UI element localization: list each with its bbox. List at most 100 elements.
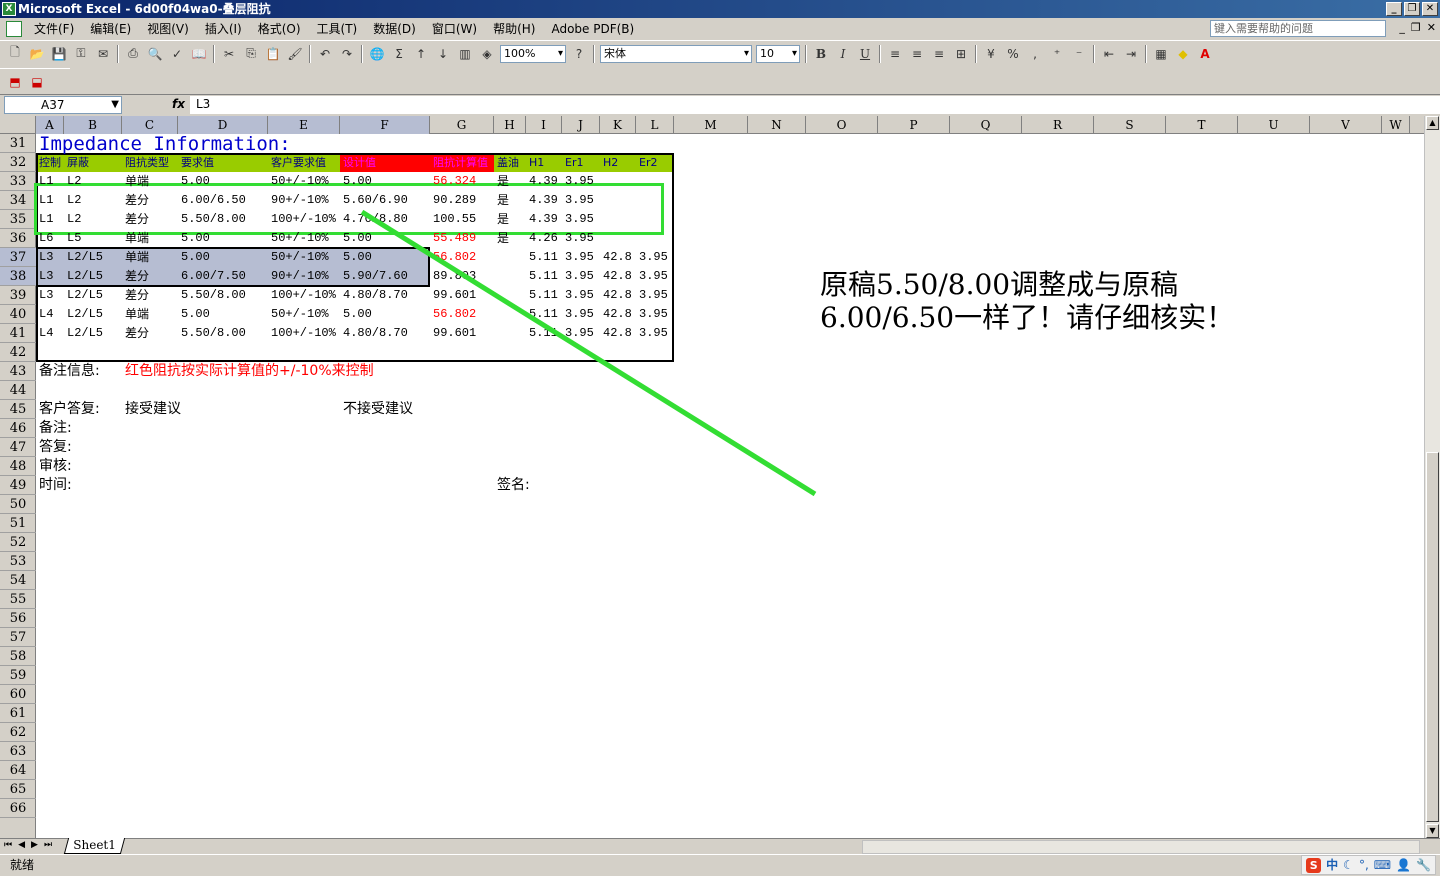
table-cell[interactable]: 4.39 — [527, 191, 558, 210]
row-header[interactable]: 63 — [0, 742, 36, 761]
research-icon[interactable]: 📖 — [189, 44, 209, 64]
menu-adobe-pdf[interactable]: Adobe PDF(B) — [543, 19, 642, 39]
column-header[interactable]: E — [268, 116, 340, 134]
column-header[interactable]: P — [878, 116, 950, 134]
table-cell[interactable]: 差分 — [123, 324, 149, 343]
table-header-cell[interactable]: 控制 — [37, 153, 61, 172]
row-header[interactable]: 51 — [0, 514, 36, 533]
doc-minimize-button[interactable]: _ — [1399, 21, 1405, 34]
table-cell[interactable]: 100+/-10% — [269, 286, 336, 305]
menu-data[interactable]: 数据(D) — [365, 19, 424, 39]
row-header[interactable]: 34 — [0, 191, 36, 210]
align-left-icon[interactable]: ≡ — [885, 44, 905, 64]
table-cell[interactable]: 是 — [495, 191, 509, 210]
row-header[interactable]: 36 — [0, 229, 36, 248]
punctuation-icon[interactable]: °, — [1359, 855, 1369, 875]
row-header[interactable]: 46 — [0, 419, 36, 438]
sogou-logo-icon[interactable]: S — [1306, 857, 1322, 873]
align-right-icon[interactable]: ≡ — [929, 44, 949, 64]
last-sheet-icon[interactable]: ⏭ — [44, 840, 52, 850]
table-header-cell[interactable]: 客户要求值 — [269, 153, 326, 172]
bold-icon[interactable]: B — [811, 44, 831, 64]
table-header-cell[interactable]: 屏蔽 — [65, 153, 89, 172]
row-header[interactable]: 61 — [0, 704, 36, 723]
table-cell[interactable]: 56.802 — [431, 248, 476, 267]
table-cell[interactable]: 5.00 — [179, 172, 210, 191]
column-header[interactable]: L — [636, 116, 674, 134]
table-cell[interactable]: 90+/-10% — [269, 191, 329, 210]
row-header[interactable]: 59 — [0, 666, 36, 685]
table-cell[interactable]: 3.95 — [563, 324, 594, 343]
table-cell[interactable]: 3.95 — [563, 305, 594, 324]
table-cell[interactable]: 差分 — [123, 191, 149, 210]
copy-icon[interactable]: ⎘ — [241, 44, 261, 64]
menu-window[interactable]: 窗口(W) — [424, 19, 485, 39]
table-cell[interactable]: L2 — [65, 191, 81, 210]
table-cell[interactable]: 3.95 — [563, 267, 594, 286]
row-header[interactable]: 39 — [0, 286, 36, 305]
table-cell[interactable]: 42.8 — [601, 305, 632, 324]
table-cell[interactable]: L2/L5 — [65, 305, 103, 324]
table-cell[interactable]: 42.8 — [601, 324, 632, 343]
column-header[interactable]: K — [600, 116, 636, 134]
row-header[interactable]: 44 — [0, 381, 36, 400]
table-cell[interactable]: 4.39 — [527, 210, 558, 229]
table-cell[interactable]: 5.11 — [527, 324, 558, 343]
table-cell[interactable]: 3.95 — [637, 286, 668, 305]
table-cell[interactable]: 100.55 — [431, 210, 476, 229]
format-painter-icon[interactable]: 🖌 — [285, 44, 305, 64]
table-header-cell[interactable]: 设计值 — [341, 153, 376, 172]
doc-close-button[interactable]: ✕ — [1427, 21, 1436, 34]
table-header-cell[interactable]: Er1 — [563, 153, 583, 172]
table-cell[interactable]: L1 — [37, 172, 53, 191]
chart-wizard-icon[interactable]: ▥ — [455, 44, 475, 64]
doc-restore-button[interactable]: ❐ — [1411, 21, 1421, 34]
wrench-icon[interactable]: 🔧 — [1416, 855, 1431, 875]
cut-icon[interactable]: ✂ — [219, 44, 239, 64]
table-cell[interactable]: 3.95 — [637, 267, 668, 286]
table-cell[interactable]: 5.50/8.00 — [179, 286, 246, 305]
table-cell[interactable]: 4.70/8.80 — [341, 210, 408, 229]
table-cell[interactable]: 5.11 — [527, 286, 558, 305]
table-cell[interactable]: 100+/-10% — [269, 324, 336, 343]
table-cell[interactable]: 3.95 — [637, 324, 668, 343]
table-cell[interactable]: 3.95 — [563, 248, 594, 267]
table-cell[interactable]: 90.289 — [431, 191, 476, 210]
remark-label[interactable]: 备注: — [37, 419, 72, 438]
table-cell[interactable]: 5.00 — [341, 305, 372, 324]
column-header[interactable]: I — [526, 116, 562, 134]
column-header[interactable]: G — [430, 116, 494, 134]
table-cell[interactable]: L5 — [65, 229, 81, 248]
reply-label[interactable]: 客户答复: — [37, 400, 100, 419]
function-icon[interactable]: fx — [172, 97, 185, 111]
table-cell[interactable]: 3.95 — [637, 305, 668, 324]
table-cell[interactable]: 是 — [495, 172, 509, 191]
table-cell[interactable]: 单端 — [123, 172, 149, 191]
table-cell[interactable]: 6.00/6.50 — [179, 191, 246, 210]
accept-option[interactable]: 接受建议 — [123, 400, 181, 419]
help-search-input[interactable]: 键入需要帮助的问题 — [1210, 20, 1386, 37]
column-header[interactable]: H — [494, 116, 526, 134]
table-cell[interactable]: 55.489 — [431, 229, 476, 248]
row-header[interactable]: 50 — [0, 495, 36, 514]
font-color-icon[interactable]: A — [1195, 44, 1215, 64]
table-cell[interactable]: 5.11 — [527, 305, 558, 324]
row-header[interactable]: 57 — [0, 628, 36, 647]
row-header[interactable]: 66 — [0, 799, 36, 818]
table-cell[interactable]: 56.802 — [431, 305, 476, 324]
table-cell[interactable]: 100+/-10% — [269, 210, 336, 229]
row-header[interactable]: 48 — [0, 457, 36, 476]
next-sheet-icon[interactable]: ▶ — [31, 840, 38, 850]
row-header[interactable]: 31 — [0, 134, 36, 153]
increase-indent-icon[interactable]: ⇥ — [1121, 44, 1141, 64]
open-icon[interactable]: 📂 — [27, 44, 47, 64]
fill-color-icon[interactable]: ◆ — [1173, 44, 1193, 64]
column-header[interactable]: R — [1022, 116, 1094, 134]
menu-tools[interactable]: 工具(T) — [309, 19, 366, 39]
column-header[interactable]: W — [1382, 116, 1410, 134]
table-cell[interactable]: L3 — [37, 248, 53, 267]
ime-toolbar[interactable]: S 中 ☾ °, ⌨ 👤 🔧 — [1301, 855, 1436, 875]
table-cell[interactable]: 5.90/7.60 — [341, 267, 408, 286]
row-header[interactable]: 45 — [0, 400, 36, 419]
table-cell[interactable]: L2/L5 — [65, 248, 103, 267]
